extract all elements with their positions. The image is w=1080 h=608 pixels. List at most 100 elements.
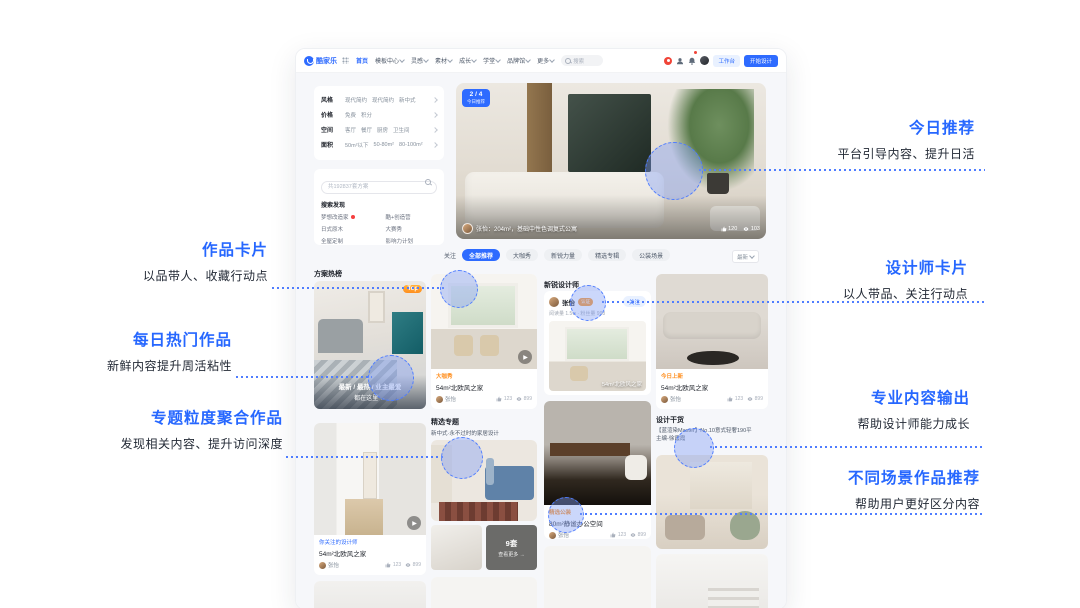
- user-icon[interactable]: [676, 57, 684, 65]
- browser-window: 酷家乐 首页 模板中心 灵感 素材 成长 学堂 品牌馆 更多 搜索 工作台 开始…: [295, 48, 787, 608]
- tab-commercial[interactable]: 公装场景: [632, 249, 671, 261]
- card-footer: 张怡 123 899: [436, 395, 532, 403]
- tab-all-recommend[interactable]: 全部推荐: [462, 249, 501, 261]
- designer-work-photo[interactable]: 54m²北欧风之家: [549, 321, 646, 391]
- topic-thumb-more[interactable]: 9套 查看更多 →: [486, 525, 537, 570]
- nav-item-more[interactable]: 更多: [537, 56, 555, 65]
- card-title[interactable]: 54m²北欧风之家: [436, 382, 532, 392]
- work-card[interactable]: 你关注的设计师 54m²北欧风之家 张怡 123 899: [314, 423, 426, 575]
- chevron-down-icon: [471, 56, 477, 63]
- annotation-desc: 以品带人、收藏行动点: [142, 269, 268, 283]
- search-tag[interactable]: 酷+创造营: [385, 213, 437, 221]
- design-tips-heading: 设计干货: [656, 417, 684, 424]
- filter-option[interactable]: 积分: [361, 111, 372, 119]
- search-tag[interactable]: 梦想改造家: [321, 213, 385, 221]
- new-today-card[interactable]: 今日上新 54m²北欧风之家 张怡 123 899: [656, 274, 768, 409]
- avatar: [661, 395, 668, 403]
- header-search[interactable]: 搜索: [561, 55, 604, 66]
- annotation-professional-content: 专业内容输出 帮助设计师能力成长: [857, 386, 970, 432]
- apps-grid-icon[interactable]: [342, 57, 349, 64]
- author-name[interactable]: 张怡: [670, 395, 681, 403]
- search-tag[interactable]: 日式原木: [321, 225, 385, 233]
- author-name[interactable]: 张怡: [445, 395, 456, 403]
- filter-option[interactable]: 80-100m²: [399, 142, 423, 148]
- sort-dropdown[interactable]: 最新: [732, 250, 760, 263]
- hot-list-heading: 方案热榜: [314, 271, 342, 278]
- filter-option[interactable]: 50-80m²: [374, 142, 394, 148]
- filter-option[interactable]: 现代简约: [372, 96, 394, 104]
- filter-option[interactable]: 免费: [345, 111, 356, 119]
- start-design-button[interactable]: 开始设计: [743, 54, 778, 67]
- search-icon[interactable]: [425, 179, 431, 185]
- like-icon[interactable]: [496, 396, 502, 402]
- annotation-title: 今日推荐: [908, 120, 975, 137]
- hero-photo: [456, 83, 766, 239]
- chevron-right-icon[interactable]: [432, 126, 438, 133]
- work-card-partial[interactable]: [544, 546, 651, 608]
- author-name[interactable]: 张怡: [328, 561, 339, 569]
- search-tag[interactable]: 全屋定制: [321, 237, 385, 245]
- avatar[interactable]: [549, 296, 559, 307]
- annotation-circle: [570, 285, 606, 321]
- filter-option[interactable]: 现代简约: [345, 96, 367, 104]
- filter-option[interactable]: 厨房: [377, 126, 388, 134]
- card-tag[interactable]: 你关注的设计师: [319, 538, 421, 546]
- like-icon[interactable]: [727, 396, 733, 402]
- nav-item-academy[interactable]: 学堂: [483, 56, 501, 65]
- nav-item-templates[interactable]: 模板中心: [375, 56, 405, 65]
- chevron-down-icon: [447, 56, 453, 63]
- main-nav: 首页 模板中心 灵感 素材 成长 学堂 品牌馆 更多: [356, 56, 555, 65]
- play-icon[interactable]: [518, 350, 532, 364]
- work-card-partial[interactable]: [656, 554, 768, 608]
- carousel-label: 今日推荐: [467, 99, 485, 105]
- card-tag[interactable]: 今日上新: [661, 372, 763, 380]
- tab-masters[interactable]: 大咖秀: [506, 249, 539, 261]
- work-card-partial[interactable]: [314, 581, 426, 608]
- workbench-button[interactable]: 工作台: [713, 54, 740, 67]
- nav-item-brands[interactable]: 品牌馆: [507, 56, 531, 65]
- views-icon: [743, 226, 749, 231]
- filter-option[interactable]: 卫生间: [393, 126, 410, 134]
- topic-thumb[interactable]: [431, 525, 482, 570]
- filter-option[interactable]: 客厅: [345, 126, 356, 134]
- header-search-label: 搜索: [573, 58, 585, 65]
- chevron-down-icon: [549, 56, 555, 63]
- tab-rising-stars[interactable]: 新锐力量: [544, 249, 583, 261]
- nav-item-inspiration[interactable]: 灵感: [411, 56, 429, 65]
- topic-subtitle[interactable]: 新中式·永不过时的家居设计: [431, 429, 537, 437]
- article-line1[interactable]: 【蓝渲染Master】No.10意式轻奢190平: [656, 427, 768, 435]
- filter-option[interactable]: 新中式: [399, 96, 416, 104]
- article-photo-card[interactable]: [656, 455, 768, 549]
- hero-banner[interactable]: 2 / 4 今日推荐 张怡：204m²，基础中性色调复式公寓 120 103: [456, 83, 766, 239]
- filter-option[interactable]: 餐厅: [361, 126, 372, 134]
- search-tag[interactable]: 影响力计划: [385, 237, 437, 245]
- filter-panel: 风格 现代简约 现代简约 新中式 价格 免费 积分 空间 客厅 餐厅 厨房 卫生…: [314, 86, 444, 160]
- chevron-right-icon[interactable]: [432, 141, 438, 148]
- card-title[interactable]: 54m²北欧风之家: [319, 548, 421, 558]
- card-title[interactable]: 54m²北欧风之家: [661, 382, 763, 392]
- plan-search-input[interactable]: [321, 180, 437, 194]
- search-tag[interactable]: 大赛秀: [385, 225, 437, 233]
- filter-option[interactable]: 50m²以下: [345, 141, 369, 149]
- annotation-title: 作品卡片: [201, 242, 268, 259]
- like-icon[interactable]: [385, 562, 391, 568]
- tab-featured-albums[interactable]: 精选专辑: [588, 249, 627, 261]
- avatar[interactable]: [700, 56, 710, 65]
- nav-item-home[interactable]: 首页: [356, 56, 368, 65]
- play-icon[interactable]: [407, 516, 421, 530]
- card-tag[interactable]: 大咖秀: [436, 372, 532, 380]
- nav-item-materials[interactable]: 素材: [435, 56, 453, 65]
- tab-following[interactable]: 关注: [444, 251, 456, 260]
- card-photo: [656, 274, 768, 369]
- chevron-right-icon[interactable]: [432, 111, 438, 118]
- chevron-right-icon[interactable]: [432, 96, 438, 103]
- search-discover-title: 搜索发现: [321, 202, 346, 209]
- rewards-icon[interactable]: [664, 56, 673, 65]
- search-tags: 梦想改造家 酷+创造营 日式原木 大赛秀 全屋定制 影响力计划: [321, 213, 437, 245]
- like-icon[interactable]: [610, 532, 616, 538]
- work-card-partial[interactable]: [431, 577, 537, 608]
- like-icon[interactable]: [721, 226, 727, 232]
- nav-item-growth[interactable]: 成长: [459, 56, 477, 65]
- annotation-circle: [441, 437, 483, 479]
- bell-icon[interactable]: [688, 50, 698, 70]
